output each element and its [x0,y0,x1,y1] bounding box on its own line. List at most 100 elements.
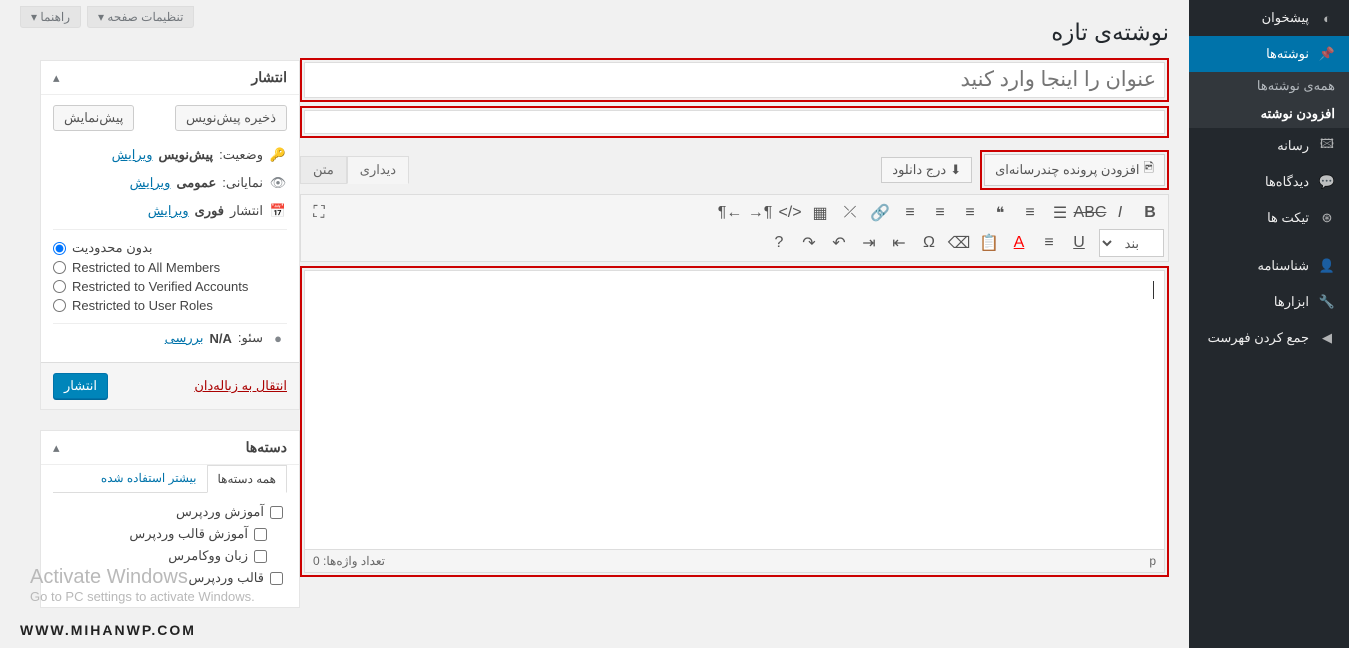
menu-dashboard[interactable]: ◐ پیشخوان [1189,0,1349,36]
clear-format-button[interactable]: ⌫ [945,229,973,257]
user-icon: 👤 [1317,256,1337,276]
tab-text[interactable]: متن [300,156,347,184]
tab-most-used[interactable]: بیشتر استفاده شده [91,465,207,492]
toggle-icon[interactable]: ▴ [53,70,60,86]
add-media-button[interactable]: 🖻 افزودن پرونده چندرسانه‌ای [984,154,1165,186]
align-right-button[interactable]: ≡ [956,199,984,227]
tab-visual[interactable]: دیداری [347,156,409,184]
dot-icon: ● [269,331,287,346]
ticket-icon: ⊛ [1317,208,1337,228]
pin-icon: 📌 [1317,44,1337,64]
trash-link[interactable]: انتقال به زباله‌دان [194,378,287,394]
restriction-all-radio[interactable] [53,261,66,274]
link-button[interactable]: 🔗 [866,199,894,227]
publish-heading: انتشار [251,69,287,86]
media-highlight: 🖻 افزودن پرونده چندرسانه‌ای [980,150,1169,190]
menu-comments[interactable]: 💬 دیدگاه‌ها [1189,164,1349,200]
bullet-list-button[interactable]: ☰ [1046,199,1074,227]
outdent-button[interactable]: ⇤ [885,229,913,257]
wrench-icon: 🔧 [1317,292,1337,312]
menu-label: جمع کردن فهرست [1208,330,1309,346]
undo-button[interactable]: ↶ [825,229,853,257]
word-count: تعداد واژه‌ها: 0 [313,554,385,568]
blockquote-button[interactable]: ❝ [986,199,1014,227]
menu-label: نوشته‌ها [1266,46,1309,62]
edit-visibility-link[interactable]: ویرایش [130,175,171,191]
media-icon: 🖾 [1317,136,1337,156]
edit-status-link[interactable]: ویرایش [112,147,153,163]
submenu-add-new[interactable]: افزودن نوشته [1189,100,1349,128]
bold-button[interactable]: B [1136,199,1164,227]
save-draft-button[interactable]: ذخیره پیش‌نویس [175,105,287,131]
preview-button[interactable]: پیش‌نمایش [53,105,134,131]
category-checkbox[interactable] [270,506,283,519]
publish-button[interactable]: انتشار [53,373,108,399]
menu-profile[interactable]: 👤 شناسنامه [1189,248,1349,284]
unlink-button[interactable]: ⤫ [836,199,864,227]
screen-meta: تنظیمات صفحه ▾ راهنما ▾ [20,6,194,28]
download-icon: ⬇ [950,162,961,178]
editor-mode-tabs: دیداری متن [300,156,409,184]
toggle-icon[interactable]: ▴ [53,440,60,456]
underline-button[interactable]: U [1065,229,1093,257]
menu-label: ابزارها [1274,294,1309,310]
redo-button[interactable]: ↷ [795,229,823,257]
permalink-area[interactable] [304,110,1165,134]
code-button[interactable]: </> [776,199,804,227]
menu-tickets[interactable]: ⊛ تیکت ها [1189,200,1349,236]
title-highlight [300,58,1169,102]
menu-label: تیکت ها [1267,210,1309,226]
justify-button[interactable]: ≡ [1035,229,1063,257]
category-checkbox[interactable] [254,550,267,563]
textcolor-button[interactable]: A [1005,229,1033,257]
publish-metabox: انتشار ▴ ذخیره پیش‌نویس پیش‌نمایش 🔑 وضعی… [40,60,300,410]
menu-posts[interactable]: 📌 نوشته‌ها [1189,36,1349,72]
restriction-none-radio[interactable] [53,242,66,255]
menu-tools[interactable]: 🔧 ابزارها [1189,284,1349,320]
tab-all-categories[interactable]: همه دسته‌ها [207,465,287,493]
format-select[interactable]: بند [1099,229,1164,257]
menu-label: رسانه [1277,138,1309,154]
help-icon-button[interactable]: ? [765,229,793,257]
ltr-button[interactable]: ¶→ [746,199,774,227]
menu-collapse[interactable]: ◀ جمع کردن فهرست [1189,320,1349,356]
special-char-button[interactable]: Ω [915,229,943,257]
post-title-input[interactable] [304,62,1165,98]
indent-button[interactable]: ⇥ [855,229,883,257]
fullscreen-button[interactable]: ⛶ [305,199,333,227]
seo-check-link[interactable]: بررسی [165,330,204,346]
content-highlight: p تعداد واژه‌ها: 0 [300,266,1169,577]
editor-statusbar: p تعداد واژه‌ها: 0 [304,550,1165,573]
menu-label: دیدگاه‌ها [1265,174,1309,190]
italic-button[interactable]: I [1106,199,1134,227]
edit-publish-link[interactable]: ویرایش [148,203,189,219]
permalink-highlight [300,106,1169,138]
dashboard-icon: ◐ [1317,8,1337,28]
insert-download-button[interactable]: ⬇ درج دانلود [881,157,972,183]
submenu-posts: همه‌ی نوشته‌ها افزودن نوشته [1189,72,1349,128]
content-editor[interactable] [304,270,1165,550]
strikethrough-button[interactable]: ABC [1076,199,1104,227]
category-checkbox[interactable] [270,572,283,585]
comment-icon: 💬 [1317,172,1337,192]
help-button[interactable]: راهنما ▾ [20,6,81,28]
more-button[interactable]: ▦ [806,199,834,227]
eye-icon: 👁 [269,175,287,191]
numbered-list-button[interactable]: ≡ [1016,199,1044,227]
submenu-all-posts[interactable]: همه‌ی نوشته‌ها [1189,72,1349,100]
align-left-button[interactable]: ≡ [896,199,924,227]
categories-metabox: دسته‌ها ▴ همه دسته‌ها بیشتر استفاده شده … [40,430,300,608]
category-checkbox[interactable] [254,528,267,541]
rtl-button[interactable]: ←¶ [716,199,744,227]
side-column: انتشار ▴ ذخیره پیش‌نویس پیش‌نمایش 🔑 وضعی… [20,50,300,638]
tinymce-toolbar: B I ABC ☰ ≡ ❝ ≡ ≡ ≡ 🔗 ⤫ ▦ </> ¶→ [300,194,1169,262]
screen-options-button[interactable]: تنظیمات صفحه ▾ [87,6,194,28]
restriction-roles-radio[interactable] [53,299,66,312]
restriction-verified-radio[interactable] [53,280,66,293]
paste-button[interactable]: 📋 [975,229,1003,257]
calendar-icon: 📅 [269,203,287,219]
menu-media[interactable]: 🖾 رسانه [1189,128,1349,164]
align-center-button[interactable]: ≡ [926,199,954,227]
main-content: تنظیمات صفحه ▾ راهنما ▾ نوشته‌ی تازه 🖻 ا… [0,0,1189,648]
collapse-icon: ◀ [1317,328,1337,348]
